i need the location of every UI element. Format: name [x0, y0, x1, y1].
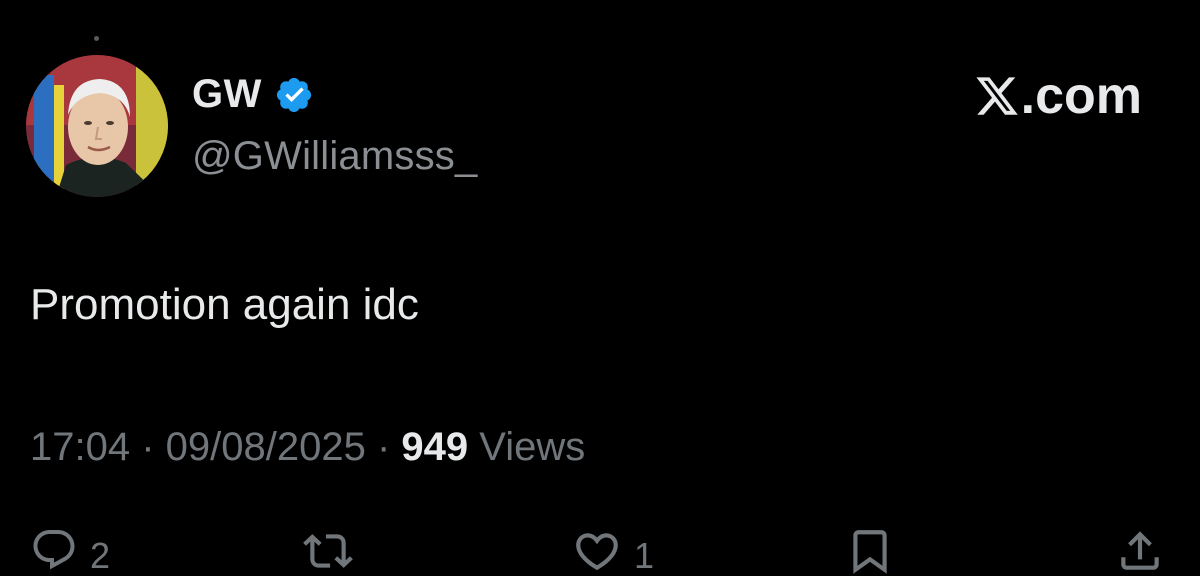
tweet-date[interactable]: 09/08/2025: [166, 425, 366, 470]
share-icon: [1121, 531, 1159, 570]
avatar-image: [26, 55, 168, 197]
share-button[interactable]: [1115, 526, 1165, 576]
brand-domain-suffix: .com: [1020, 67, 1142, 125]
reply-button[interactable]: 2: [30, 526, 110, 574]
bookmark-icon: [853, 530, 887, 574]
x-logo-icon: [973, 73, 1021, 119]
meta-separator: ·: [365, 425, 402, 469]
repost-icon: [303, 534, 353, 568]
heart-icon: [576, 533, 618, 571]
reply-count: 2: [90, 535, 111, 576]
verified-badge-icon: [274, 75, 314, 115]
like-button[interactable]: 1: [572, 526, 654, 576]
meta-separator: ·: [130, 425, 166, 469]
avatar[interactable]: [26, 55, 168, 197]
user-handle[interactable]: @GWilliamsss_: [192, 134, 477, 179]
display-name[interactable]: GW: [192, 72, 262, 117]
bookmark-button[interactable]: [845, 526, 895, 576]
tweet-text: Promotion again idc: [30, 280, 419, 329]
x-brand-logo: .com: [973, 66, 1142, 126]
views-count: 949: [401, 425, 469, 469]
tweet-action-bar: 2 1: [0, 526, 1200, 576]
reply-icon: [33, 530, 75, 570]
tweet-time[interactable]: 17:04: [30, 425, 130, 470]
views-spacer: [468, 425, 479, 470]
like-count: 1: [634, 535, 655, 576]
tweet-meta: 17:04 · 09/08/2025 · 949 Views: [30, 425, 585, 470]
author-name-row: GW: [192, 72, 314, 117]
views-label: Views: [479, 425, 586, 469]
decorative-dot: [94, 36, 99, 41]
repost-button[interactable]: [298, 526, 358, 576]
